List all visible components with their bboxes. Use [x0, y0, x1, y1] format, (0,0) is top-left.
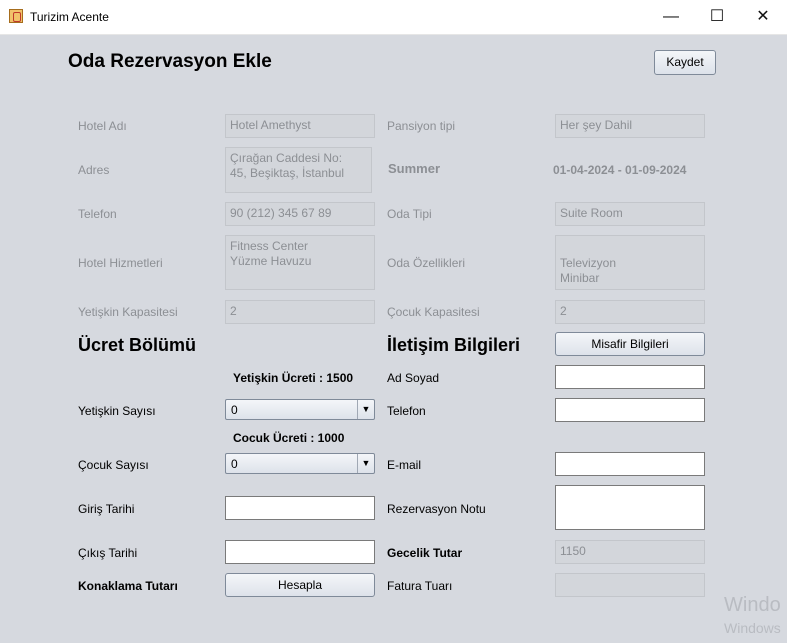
room-type-label: Oda Tipi [387, 207, 432, 221]
board-type-label: Pansiyon tipi [387, 119, 456, 133]
title-bar: Turizim Acente — ☐ ✕ [0, 0, 787, 35]
adult-count-label: Yetişkin Sayısı [78, 404, 156, 418]
java-app-icon [9, 9, 23, 23]
close-button[interactable]: ✕ [740, 0, 786, 34]
dropdown-arrow-icon[interactable]: ▼ [357, 400, 374, 419]
reservation-note-label: Rezervasyon Notu [387, 502, 486, 516]
adult-count-value: 0 [231, 403, 238, 417]
room-type-field: Suite Room [555, 202, 705, 226]
board-type-field: Her şey Dahil [555, 114, 705, 138]
child-count-value: 0 [231, 457, 238, 471]
full-name-input[interactable] [555, 365, 705, 389]
dropdown-arrow-icon[interactable]: ▼ [357, 454, 374, 473]
child-count-select[interactable]: 0 ▼ [225, 453, 375, 474]
nightly-price-label: Gecelik Tutar [387, 546, 463, 560]
child-capacity-label: Çocuk Kapasitesi [387, 305, 480, 319]
guest-info-button[interactable]: Misafir Bilgileri [555, 332, 705, 356]
invoice-field [555, 573, 705, 597]
child-count-label: Çocuk Sayısı [78, 458, 149, 472]
address-label: Adres [78, 163, 110, 177]
adult-capacity-field: 2 [225, 300, 375, 324]
page-title: Oda Rezervasyon Ekle [68, 51, 272, 72]
room-features-field: Televizyon Minibar [555, 235, 705, 290]
nightly-price-field: 1150 [555, 540, 705, 564]
minimize-button[interactable]: — [648, 0, 694, 34]
contact-phone-label: Telefon [387, 404, 426, 418]
email-label: E-mail [387, 458, 422, 472]
hotel-phone-field: 90 (212) 345 67 89 [225, 202, 375, 226]
adult-count-select[interactable]: 0 ▼ [225, 399, 375, 420]
window-title: Turizim Acente [30, 10, 109, 24]
calculate-button[interactable]: Hesapla [225, 573, 375, 597]
invoice-label: Fatura Tuarı [387, 579, 453, 593]
child-capacity-field: 2 [555, 300, 705, 324]
hotel-name-field: Hotel Amethyst [225, 114, 375, 138]
checkin-label: Giriş Tarihi [78, 502, 135, 516]
adult-capacity-label: Yetişkin Kapasitesi [78, 305, 178, 319]
hotel-services-label: Hotel Hizmetleri [78, 256, 163, 270]
season-dates: 01-04-2024 - 01-09-2024 [553, 163, 687, 177]
season-label: Summer [388, 161, 441, 176]
reservation-panel: Oda Rezervasyon Ekle Kaydet Hotel Adı Ho… [0, 35, 787, 643]
contact-phone-input[interactable] [555, 398, 705, 422]
activation-watermark-line1: Windo [724, 594, 781, 616]
room-features-label: Oda Özellikleri [387, 256, 466, 270]
hotel-name-label: Hotel Adı [78, 119, 127, 133]
adult-price-label: Yetişkin Ücreti : 1500 [233, 371, 354, 385]
maximize-button[interactable]: ☐ [694, 0, 740, 34]
address-field: Çırağan Caddesi No: 45, Beşiktaş, İstanb… [225, 147, 372, 193]
contact-section-title: İletişim Bilgileri [387, 335, 521, 355]
stay-total-label: Konaklama Tutarı [78, 579, 178, 593]
email-input[interactable] [555, 452, 705, 476]
fee-section-title: Ücret Bölümü [78, 335, 197, 355]
reservation-note-textarea[interactable] [555, 485, 705, 530]
checkin-date-input[interactable] [225, 496, 375, 520]
child-price-label: Cocuk Ücreti : 1000 [233, 431, 345, 445]
hotel-phone-label: Telefon [78, 207, 117, 221]
save-button[interactable]: Kaydet [654, 50, 716, 75]
full-name-label: Ad Soyad [387, 371, 440, 385]
checkout-date-input[interactable] [225, 540, 375, 564]
hotel-services-field: Fitness Center Yüzme Havuzu [225, 235, 375, 290]
activation-watermark-line2: Windows [724, 620, 781, 636]
checkout-label: Çıkış Tarihi [78, 546, 138, 560]
